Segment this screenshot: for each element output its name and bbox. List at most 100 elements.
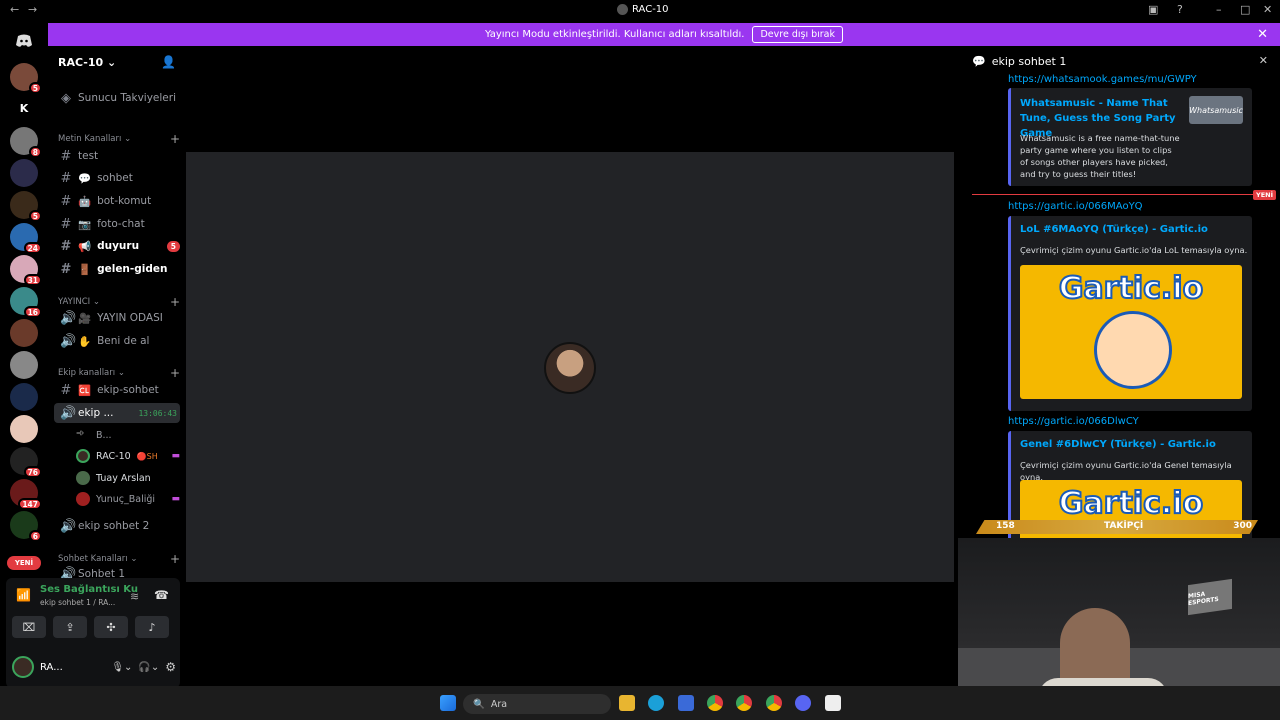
file-explorer-icon[interactable] bbox=[619, 695, 635, 711]
server-icon[interactable] bbox=[10, 159, 38, 187]
voice-channel-beni-de-al[interactable]: 🔊 ✋ Beni de al bbox=[54, 331, 180, 351]
mention-badge: 5 bbox=[166, 240, 180, 252]
microphone-icon[interactable]: 🎙⌄ bbox=[111, 662, 132, 673]
server-icon[interactable]: 5 bbox=[10, 191, 42, 222]
start-windows-icon[interactable] bbox=[440, 695, 456, 711]
category-streamer[interactable]: YAYINCI ⌄ + bbox=[58, 295, 180, 309]
channel-gelen-giden[interactable]: # 🚪 gelen-giden bbox=[54, 259, 180, 279]
participant-avatar[interactable] bbox=[544, 342, 596, 394]
server-icon[interactable] bbox=[10, 319, 38, 347]
category-team[interactable]: Ekip kanalları ⌄ + bbox=[58, 366, 180, 380]
embed-title[interactable]: Genel #6DlwCY (Türkçe) - Gartic.io bbox=[1020, 437, 1216, 452]
chrome-icon[interactable] bbox=[766, 695, 782, 711]
server-boosts[interactable]: ◈ Sunucu Takviyeleri bbox=[54, 88, 180, 108]
new-servers-pill[interactable]: YENİ bbox=[7, 556, 41, 570]
speaker-icon: 🔊 bbox=[60, 405, 77, 421]
discord-home-icon[interactable] bbox=[10, 27, 38, 55]
server-icon[interactable]: 31 bbox=[10, 255, 42, 286]
server-icon[interactable] bbox=[10, 383, 38, 411]
voice-user[interactable]: Tuay Arslan bbox=[76, 469, 180, 487]
settings-gear-icon[interactable]: ⚙ bbox=[165, 660, 176, 674]
server-icon[interactable]: 8 bbox=[10, 127, 42, 158]
minimize-icon[interactable]: – bbox=[1216, 3, 1222, 16]
disconnect-icon[interactable]: ☎ bbox=[154, 588, 169, 602]
unread-badge: 76 bbox=[23, 466, 42, 478]
channel-test[interactable]: # test bbox=[54, 146, 180, 166]
embed-description: Çevrimiçi çizim oyunu Gartic.io'da LoL t… bbox=[1020, 245, 1248, 255]
mascot-image bbox=[1094, 311, 1172, 389]
taskbar-search[interactable]: 🔍 Ara bbox=[463, 694, 611, 714]
chat-side-panel: 💬 ekip sohbet 1 ✕ https://whatsamook.gam… bbox=[958, 46, 1280, 538]
unread-badge: 5 bbox=[28, 82, 42, 94]
voice-user[interactable]: ➾ B... bbox=[76, 426, 180, 444]
server-icon[interactable]: 6 bbox=[10, 511, 42, 542]
channel-sohbet[interactable]: # 💬 sohbet bbox=[54, 168, 180, 188]
noise-suppression-icon[interactable]: ≋ bbox=[130, 590, 139, 603]
help-icon[interactable]: ? bbox=[1177, 3, 1183, 16]
voice-channel-ekip-sohbet-2[interactable]: 🔊 ekip sohbet 2 bbox=[54, 516, 180, 536]
category-text-channels[interactable]: Metin Kanalları ⌄ + bbox=[58, 132, 180, 146]
embed-image[interactable]: Gartic.io bbox=[1020, 265, 1242, 399]
speaker-icon: 🔊 bbox=[60, 333, 77, 349]
message-link[interactable]: https://gartic.io/066DlwCY bbox=[1008, 416, 1139, 427]
signal-icon: 📶 bbox=[16, 588, 31, 602]
discord-taskbar-icon[interactable] bbox=[795, 695, 811, 711]
avatar[interactable] bbox=[12, 656, 34, 678]
server-icon[interactable]: 147 bbox=[10, 479, 42, 510]
voice-channel-active[interactable]: 🔊 ekip ... 13:06:43 bbox=[54, 403, 180, 423]
chrome-icon[interactable] bbox=[736, 695, 752, 711]
hashtag-icon: # bbox=[60, 238, 72, 254]
server-icon[interactable]: 16 bbox=[10, 287, 42, 318]
server-icon[interactable]: 5 bbox=[10, 63, 42, 94]
new-messages-divider bbox=[972, 194, 1254, 195]
channel-duyuru[interactable]: # 📢 duyuru 5 bbox=[54, 236, 180, 256]
inbox-icon[interactable]: ▣ bbox=[1148, 3, 1158, 16]
back-arrow-icon[interactable]: ← bbox=[10, 3, 19, 16]
speaker-icon: 🔊 bbox=[60, 310, 77, 326]
server-icon[interactable]: 76 bbox=[10, 447, 42, 478]
server-icon[interactable] bbox=[10, 351, 38, 379]
server-icon[interactable]: 24 bbox=[10, 223, 42, 254]
voice-channel-yayin-odasi[interactable]: 🔊 🎥 YAYIN ODASI bbox=[54, 308, 180, 328]
new-tag: YENİ bbox=[1252, 190, 1276, 200]
add-channel-icon[interactable]: + bbox=[170, 366, 180, 380]
disable-streamer-mode-button[interactable]: Devre dışı bırak bbox=[752, 26, 844, 43]
voice-user[interactable]: RAC-10 🔴SH ▬ bbox=[76, 447, 180, 465]
store-icon[interactable] bbox=[678, 695, 694, 711]
close-banner-icon[interactable]: ✕ bbox=[1257, 27, 1268, 42]
window-title: RAC-10 bbox=[617, 4, 669, 15]
message-link[interactable]: https://gartic.io/066MAoYQ bbox=[1008, 201, 1143, 212]
voice-user[interactable]: Yunuç_Baliği ▬ bbox=[76, 490, 180, 508]
activities-button[interactable]: ✣ bbox=[94, 616, 128, 638]
chat-bubble-icon: 💬 bbox=[972, 54, 986, 68]
screen-share-button[interactable]: ⇪ bbox=[53, 616, 87, 638]
maximize-icon[interactable]: □ bbox=[1240, 3, 1250, 16]
embed-title[interactable]: LoL #6MAoYQ (Türkçe) - Gartic.io bbox=[1020, 222, 1208, 237]
embed-thumbnail: Whatsamusic bbox=[1189, 96, 1243, 124]
headphones-icon[interactable]: 🎧⌄ bbox=[138, 662, 159, 673]
edge-icon[interactable] bbox=[648, 695, 664, 711]
unread-badge: 24 bbox=[23, 242, 42, 254]
notepad-icon[interactable] bbox=[825, 695, 841, 711]
message-link[interactable]: https://whatsamook.games/mu/GWPY bbox=[1008, 74, 1197, 85]
channel-foto-chat[interactable]: # 📷 foto-chat bbox=[54, 214, 180, 234]
invite-people-icon[interactable]: 👤 bbox=[161, 55, 176, 69]
server-header[interactable]: RAC-10 ⌄ 👤 bbox=[48, 46, 186, 78]
hashtag-icon: # bbox=[60, 170, 72, 186]
server-icon[interactable] bbox=[10, 415, 38, 443]
add-channel-icon[interactable]: + bbox=[170, 295, 180, 309]
forward-arrow-icon[interactable]: → bbox=[28, 3, 37, 16]
username[interactable]: RA... bbox=[40, 662, 63, 673]
chrome-icon[interactable] bbox=[707, 695, 723, 711]
unread-badge: 16 bbox=[23, 306, 42, 318]
server-initial: K bbox=[19, 102, 29, 115]
channel-bot-komut[interactable]: # 🤖 bot-komut bbox=[54, 191, 180, 211]
close-panel-icon[interactable]: ✕ bbox=[1259, 54, 1268, 67]
soundboard-button[interactable]: ♪ bbox=[135, 616, 169, 638]
channel-ekip-sohbet[interactable]: # 🆑 ekip-sohbet bbox=[54, 380, 180, 400]
camera-off-button[interactable]: ⌧ bbox=[12, 616, 46, 638]
close-window-icon[interactable]: ✕ bbox=[1263, 3, 1272, 16]
add-channel-icon[interactable]: + bbox=[170, 132, 180, 146]
server-icon[interactable]: K bbox=[10, 95, 38, 123]
voice-location[interactable]: ekip sohbet 1 / RA... bbox=[40, 598, 115, 607]
